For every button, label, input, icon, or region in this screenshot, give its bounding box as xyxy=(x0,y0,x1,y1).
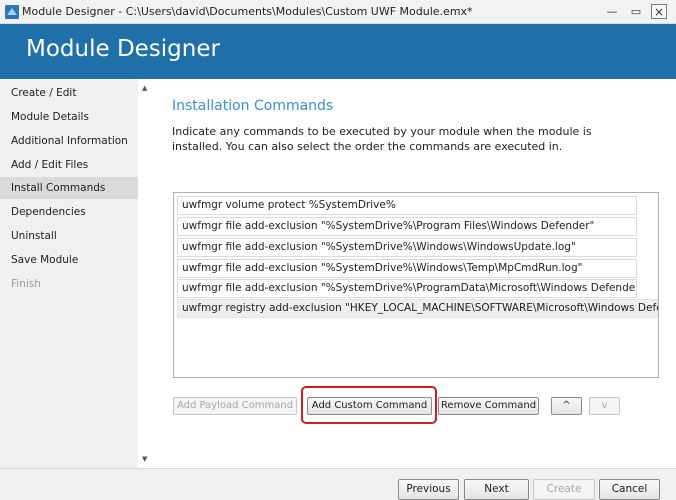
sidebar-item-create-edit[interactable]: Create / Edit xyxy=(0,82,138,104)
sidebar-item-install-commands[interactable]: Install Commands xyxy=(0,177,138,199)
create-button: Create xyxy=(533,479,595,500)
sidebar-item-dependencies[interactable]: Dependencies xyxy=(0,201,138,223)
sidebar-item-additional-information[interactable]: Additional Information xyxy=(0,130,138,152)
command-list-item[interactable]: uwfmgr file add-exclusion "%SystemDrive%… xyxy=(177,259,637,278)
scroll-down-icon[interactable]: ▼ xyxy=(142,455,147,463)
move-down-button: v xyxy=(589,397,620,415)
add-payload-command-button: Add Payload Command xyxy=(173,397,297,415)
sidebar-item-finish: Finish xyxy=(11,278,41,290)
sidebar-item-save-module[interactable]: Save Module xyxy=(0,249,138,271)
scroll-up-icon[interactable]: ▲ xyxy=(142,84,147,92)
page-title: Module Designer xyxy=(26,36,220,62)
window-title-bar: Module Designer - C:\Users\david\Documen… xyxy=(0,0,676,24)
close-button[interactable]: × xyxy=(651,4,667,19)
command-list-item[interactable]: uwfmgr file add-exclusion "%SystemDrive%… xyxy=(177,279,637,298)
sidebar-item-module-details[interactable]: Module Details xyxy=(0,106,138,128)
previous-button[interactable]: Previous xyxy=(398,479,459,500)
cancel-button[interactable]: Cancel xyxy=(599,479,660,500)
app-icon xyxy=(5,5,19,19)
sidebar-item-uninstall[interactable]: Uninstall xyxy=(0,225,138,247)
command-list-item[interactable]: uwfmgr volume protect %SystemDrive% xyxy=(177,196,637,215)
move-up-button[interactable]: ^ xyxy=(551,397,582,415)
command-list-item-selected[interactable]: uwfmgr registry add-exclusion "HKEY_LOCA… xyxy=(177,299,658,318)
highlight-outline xyxy=(301,386,437,424)
command-list[interactable]: uwfmgr volume protect %SystemDrive% uwfm… xyxy=(173,192,659,378)
maximize-button[interactable]: ▭ xyxy=(628,4,644,19)
next-button[interactable]: Next xyxy=(464,479,529,500)
section-description: Indicate any commands to be executed by … xyxy=(172,125,592,153)
minimize-button[interactable]: — xyxy=(604,4,620,19)
sidebar: Create / Edit Module Details Additional … xyxy=(0,79,138,468)
app-header: Module Designer xyxy=(0,24,676,78)
section-title: Installation Commands xyxy=(172,98,334,114)
command-list-item[interactable]: uwfmgr file add-exclusion "%SystemDrive%… xyxy=(177,238,637,257)
command-list-item[interactable]: uwfmgr file add-exclusion "%SystemDrive%… xyxy=(177,217,637,236)
content-scrollbar[interactable] xyxy=(139,80,153,468)
sidebar-item-add-edit-files[interactable]: Add / Edit Files xyxy=(0,154,138,176)
remove-command-button[interactable]: Remove Command xyxy=(438,397,539,415)
window-title: Module Designer - C:\Users\david\Documen… xyxy=(22,5,473,18)
